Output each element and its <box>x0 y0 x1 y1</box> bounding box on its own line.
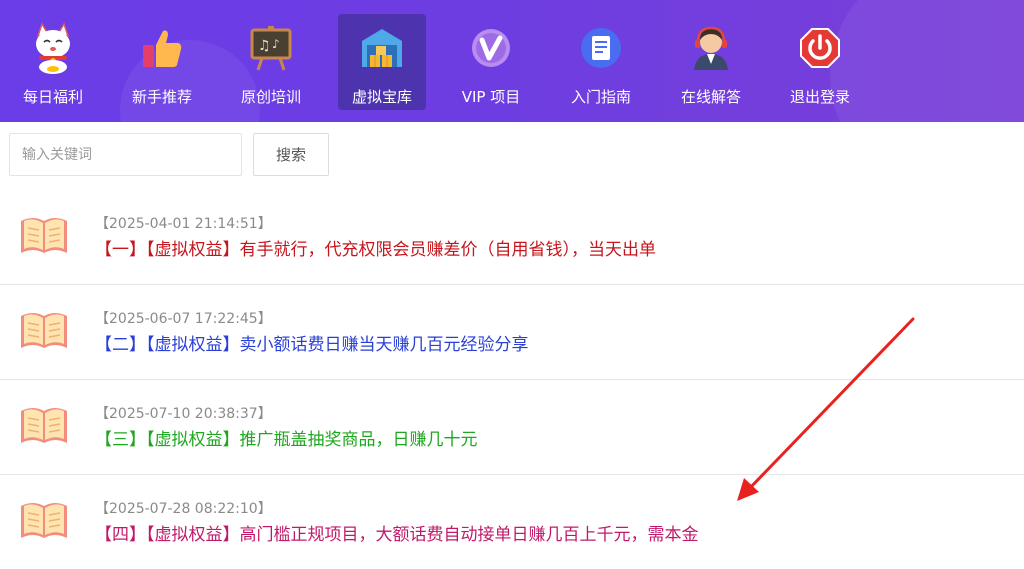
nav-item-vip-projects[interactable]: VIP 项目 <box>447 14 535 110</box>
nav-label: 每日福利 <box>22 88 83 106</box>
nav-item-online-answers[interactable]: 在线解答 <box>667 14 755 110</box>
nav-label: 在线解答 <box>680 88 741 106</box>
customer-service-icon <box>685 22 737 74</box>
nav-item-logout[interactable]: 退出登录 <box>776 14 864 110</box>
vip-icon <box>465 22 517 74</box>
nav-label: 新手推荐 <box>131 88 192 106</box>
search-button[interactable]: 搜索 <box>253 133 329 176</box>
svg-text:♪: ♪ <box>272 37 280 51</box>
article-date: 【2025-04-01 21:14:51】 <box>95 216 272 232</box>
warehouse-icon <box>356 22 408 74</box>
list-item[interactable]: 【2025-04-01 21:14:51】 【一】【虚拟权益】有手就行，代充权限… <box>0 191 1024 285</box>
nav-label: 虚拟宝库 <box>351 88 412 106</box>
article-title-link[interactable]: 【四】【虚拟权益】高门槛正规项目，大额话费自动接单日赚几百上千元，需本金 <box>95 520 699 545</box>
nav-item-newbie-recommend[interactable]: 新手推荐 <box>118 14 206 110</box>
open-book-icon <box>21 408 67 443</box>
article-title-link[interactable]: 【三】【虚拟权益】推广瓶盖抽奖商品，日赚几十元 <box>95 425 478 450</box>
article-date: 【2025-07-10 20:38:37】 <box>95 406 272 422</box>
nav-item-virtual-treasury[interactable]: 虚拟宝库 <box>338 14 426 110</box>
nav-label: VIP 项目 <box>461 88 521 106</box>
nav-label: 原创培训 <box>240 88 301 106</box>
document-icon <box>575 22 627 74</box>
article-date: 【2025-07-28 08:22:10】 <box>95 501 272 517</box>
nav-item-daily-benefits[interactable]: 每日福利 <box>9 14 97 110</box>
article-title-link[interactable]: 【一】【虚拟权益】有手就行，代充权限会员赚差价（自用省钱），当天出单 <box>95 235 656 260</box>
article-date: 【2025-06-07 17:22:45】 <box>95 311 272 327</box>
nav-item-getting-started[interactable]: 入门指南 <box>557 14 645 110</box>
list-item[interactable]: 【2025-07-28 08:22:10】 【四】【虚拟权益】高门槛正规项目，大… <box>0 476 1024 569</box>
list-item[interactable]: 【2025-06-07 17:22:45】 【二】【虚拟权益】卖小额话费日赚当天… <box>0 286 1024 380</box>
open-book-icon <box>21 313 67 348</box>
open-book-icon <box>21 218 67 253</box>
list-item[interactable]: 【2025-07-10 20:38:37】 【三】【虚拟权益】推广瓶盖抽奖商品，… <box>0 381 1024 475</box>
thumbs-up-icon <box>136 22 188 74</box>
open-book-icon <box>21 503 67 538</box>
top-navigation: 每日福利 新手推荐 ♫ ♪ 原创培训 虚拟宝库 VIP 项目 入门指南 在线解答… <box>0 0 1024 122</box>
nav-label: 退出登录 <box>789 88 850 106</box>
power-icon <box>794 22 846 74</box>
svg-text:♫: ♫ <box>258 38 271 54</box>
nav-item-original-training[interactable]: ♫ ♪ 原创培训 <box>227 14 315 110</box>
article-title-link[interactable]: 【二】【虚拟权益】卖小额话费日赚当天赚几百元经验分享 <box>95 330 529 355</box>
lucky-cat-icon <box>27 22 79 74</box>
nav-label: 入门指南 <box>570 88 631 106</box>
search-input[interactable] <box>9 133 242 176</box>
chalkboard-icon: ♫ ♪ <box>245 22 297 74</box>
